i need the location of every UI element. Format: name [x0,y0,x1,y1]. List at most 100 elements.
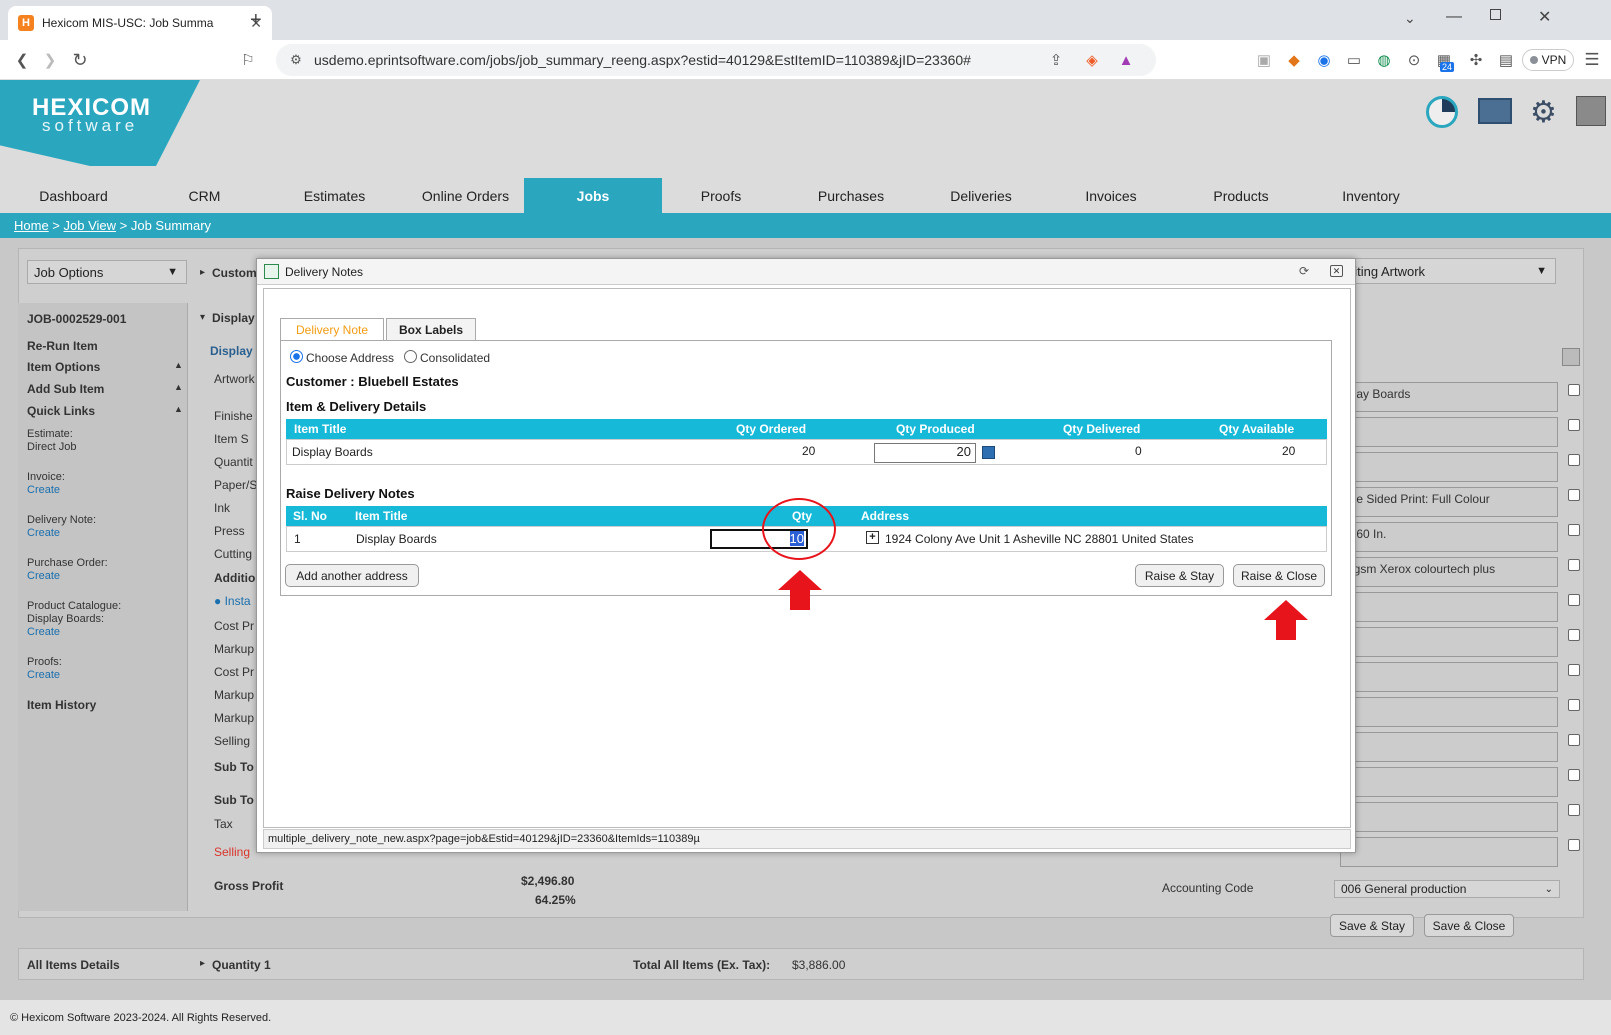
choose-address-radio[interactable] [290,350,303,363]
settings-gear-icon[interactable]: ⚙ [1530,95,1557,130]
field-checkbox[interactable] [1568,419,1580,431]
wallet-icon[interactable]: ▤ [1496,50,1516,70]
field-checkbox[interactable] [1568,594,1580,606]
field-checkbox[interactable] [1568,769,1580,781]
nav-invoices[interactable]: Invoices [1040,178,1182,213]
delivery-note-create-link[interactable]: Create [27,527,60,539]
mail-icon[interactable] [1478,98,1512,124]
product-catalogue-create-link[interactable]: Create [27,626,60,638]
nav-products[interactable]: Products [1182,178,1300,213]
floppy-save-icon[interactable] [982,446,995,459]
address-bar[interactable]: usdemo.eprintsoftware.com/jobs/job_summa… [276,44,1156,76]
nav-online-orders[interactable]: Online Orders [407,178,524,213]
item-title-field[interactable]: play Boards [1340,382,1558,412]
add-address-button[interactable]: Add another address [285,564,419,587]
spec-field[interactable] [1340,697,1558,727]
job-options-select[interactable]: Job Options ▼ [27,260,187,284]
collapse-arrow-icon[interactable]: ▲ [174,404,183,414]
back-icon[interactable]: ❮ [12,50,32,70]
spec-field[interactable] [1340,592,1558,622]
cast-icon[interactable]: ▭ [1344,50,1364,70]
field-checkbox[interactable] [1568,734,1580,746]
instance-radio[interactable]: ● Insta [214,594,251,608]
metamask-icon[interactable]: ◆ [1284,50,1304,70]
tab-delivery-note[interactable]: Delivery Note [280,318,384,340]
menu-icon[interactable]: ☰ [1582,50,1602,70]
description-field[interactable] [1340,417,1558,447]
save-close-button[interactable]: Save & Close [1424,914,1514,937]
spec-field[interactable] [1340,662,1558,692]
raise-stay-button[interactable]: Raise & Stay [1135,564,1224,587]
save-stay-button[interactable]: Save & Stay [1330,914,1414,937]
proofs-create-link[interactable]: Create [27,669,60,681]
item-history-link[interactable]: Item History [27,698,96,712]
field-checkbox[interactable] [1568,384,1580,396]
puzzle-extensions-icon[interactable]: ✣ [1466,50,1486,70]
forward-icon[interactable]: ❯ [40,50,60,70]
collapse-arrow-icon[interactable]: ▲ [174,360,183,370]
field-checkbox[interactable] [1568,699,1580,711]
breadcrumb-job-view[interactable]: Job View [64,218,117,233]
field-checkbox[interactable] [1568,489,1580,501]
tab-box-labels[interactable]: Box Labels [386,318,476,340]
maximize-icon[interactable] [1490,9,1501,20]
brave-rewards-icon[interactable]: ▲ [1116,50,1136,70]
search-extension-icon[interactable]: ⊙ [1404,50,1424,70]
nav-estimates[interactable]: Estimates [262,178,407,213]
share-icon[interactable]: ⇪ [1046,50,1066,70]
field-checkbox[interactable] [1568,629,1580,641]
spec-field[interactable] [1340,627,1558,657]
all-items-details-label[interactable]: All Items Details [27,958,120,972]
quick-links-link[interactable]: Quick Links [27,404,95,418]
consolidated-radio[interactable] [404,350,417,363]
dialog-close-icon[interactable]: ✕ [1330,265,1343,277]
site-settings-icon[interactable]: ⚙ [286,50,306,70]
user-avatar-icon[interactable] [1576,96,1606,126]
nav-deliveries[interactable]: Deliveries [922,178,1040,213]
field-checkbox[interactable] [1568,454,1580,466]
job-status-select[interactable]: aiting Artwork ▼ [1340,258,1556,284]
shazam-icon[interactable]: ◉ [1314,50,1334,70]
spec-field[interactable] [1340,732,1558,762]
breadcrumb-home[interactable]: Home [14,218,49,233]
spec-field[interactable] [1340,767,1558,797]
field-checkbox[interactable] [1568,559,1580,571]
rerun-item-link[interactable]: Re-Run Item [27,339,98,353]
field-checkbox[interactable] [1568,839,1580,851]
field-checkbox[interactable] [1568,804,1580,816]
nav-purchases[interactable]: Purchases [780,178,922,213]
raise-close-button[interactable]: Raise & Close [1233,564,1325,587]
browser-tab[interactable]: H Hexicom MIS-USC: Job Summa ✕ [8,6,272,40]
dashboard-chart-icon[interactable] [1426,96,1458,128]
close-window-icon[interactable]: ✕ [1538,7,1551,27]
extension-icon[interactable]: ▣ [1254,50,1274,70]
nav-crm[interactable]: CRM [147,178,262,213]
spec-field[interactable] [1340,802,1558,832]
brave-shield-icon[interactable]: ◈ [1082,50,1102,70]
url-text[interactable]: usdemo.eprintsoftware.com/jobs/job_summa… [314,52,971,68]
dialog-titlebar[interactable]: Delivery Notes ⟳ ✕ [257,259,1355,285]
expand-plus-icon[interactable]: + [866,531,879,544]
minimize-icon[interactable]: — [1446,8,1462,26]
add-page-icon[interactable] [1562,348,1580,366]
reload-icon[interactable]: ↻ [70,50,90,70]
accounting-code-select[interactable]: 006 General production ⌄ [1334,880,1560,898]
display-tab[interactable]: Display [210,344,253,358]
item-options-link[interactable]: Item Options [27,360,100,374]
grammarly-icon[interactable]: ◍ [1374,50,1394,70]
colour-field[interactable]: gle Sided Print: Full Colour [1340,487,1558,517]
spec-field[interactable] [1340,837,1558,867]
add-sub-item-link[interactable]: Add Sub Item [27,382,104,396]
qty-produced-input[interactable]: 20 [874,443,976,463]
new-tab-button[interactable]: + [250,9,262,32]
field-checkbox[interactable] [1568,524,1580,536]
bookmark-icon[interactable]: ⚐ [238,50,258,70]
purchase-order-create-link[interactable]: Create [27,570,60,582]
paper-field[interactable]: 0gsm Xerox colourtech plus [1340,557,1558,587]
invoice-create-link[interactable]: Create [27,484,60,496]
collapse-arrow-icon[interactable]: ▲ [174,382,183,392]
nav-proofs[interactable]: Proofs [662,178,780,213]
vpn-button[interactable]: VPN [1522,49,1574,71]
nav-jobs[interactable]: Jobs [524,178,662,213]
nav-inventory[interactable]: Inventory [1300,178,1442,213]
